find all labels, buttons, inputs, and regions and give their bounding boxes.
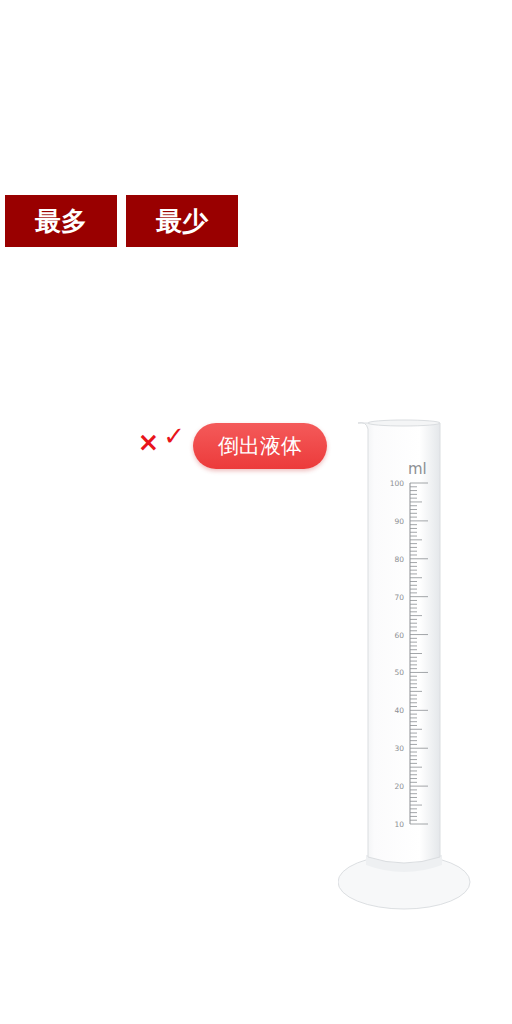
mode-buttons: 最多最少 [0, 195, 512, 247]
graduated-cylinder: ml100 90 80 70 60 50 40 30 20 10 [338, 417, 472, 912]
scale-label: 10 [394, 820, 404, 829]
page: 最多最少×✓倒出液体ml100908070605040302010 [0, 0, 512, 1024]
pour-button[interactable]: 倒出液体 [193, 423, 327, 469]
mode-button[interactable]: 最少 [126, 195, 238, 247]
liquid [369, 847, 439, 848]
scale-label: 50 [394, 668, 404, 677]
scale-label: 70 [394, 593, 404, 602]
mark-icon: ✓ [163, 423, 185, 449]
scale-label: 30 [394, 744, 404, 753]
mode-button[interactable]: 最多 [5, 195, 117, 247]
stage: ×✓倒出液体ml100908070605040302010 [0, 417, 512, 912]
scale-label: 80 [394, 555, 404, 564]
cylinder-tube [358, 423, 440, 863]
scale-label: 20 [394, 782, 404, 791]
mark-icon: × [137, 429, 159, 455]
scale-label: 60 [394, 631, 404, 640]
marks: ×✓ [137, 423, 185, 455]
controls: ×✓倒出液体 [0, 417, 338, 912]
scale-label: 90 [394, 517, 404, 526]
scale-label: 100 [390, 479, 405, 488]
unit-label: ml [408, 460, 427, 478]
scale-label: 40 [394, 706, 404, 715]
